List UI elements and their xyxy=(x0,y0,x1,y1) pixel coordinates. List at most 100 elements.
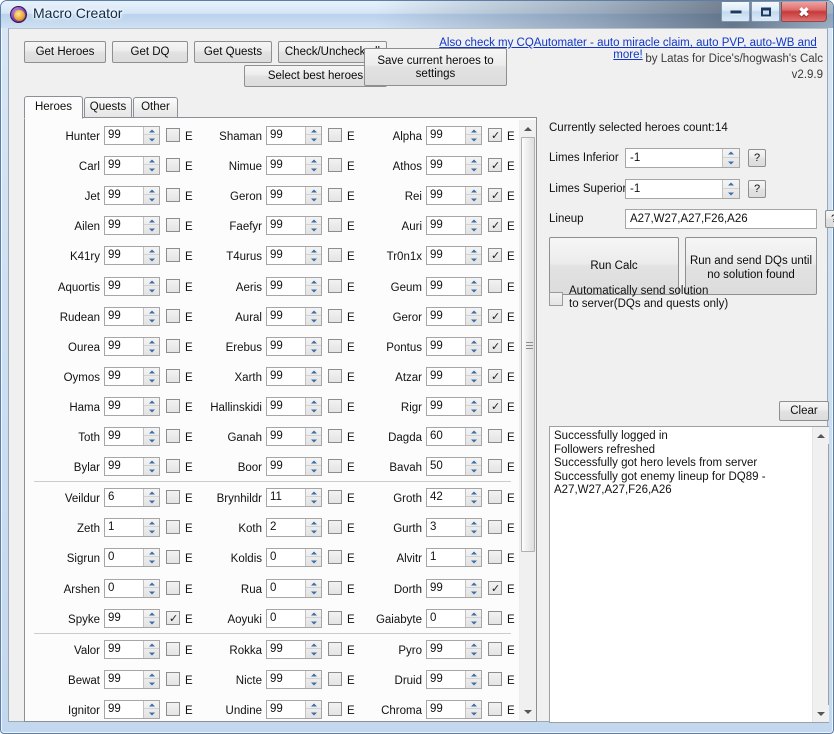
stepper-up-button[interactable] xyxy=(466,428,481,436)
hero-level-input[interactable]: 99 xyxy=(266,126,322,145)
hero-enabled-checkbox[interactable]: ✓ xyxy=(166,218,180,232)
hero-level-input[interactable]: 6 xyxy=(104,488,160,507)
stepper-up-button[interactable] xyxy=(306,519,321,527)
stepper-up-button[interactable] xyxy=(466,127,481,135)
hero-level-input[interactable]: 99 xyxy=(104,156,160,175)
stepper-up-button[interactable] xyxy=(306,610,321,618)
minimize-button[interactable] xyxy=(721,2,750,22)
stepper-up-button[interactable] xyxy=(144,398,159,406)
tab-heroes[interactable]: Heroes xyxy=(24,96,83,119)
stepper-up-button[interactable] xyxy=(144,671,159,679)
stepper-down-button[interactable] xyxy=(466,680,481,688)
hero-enabled-checkbox[interactable]: ✓ xyxy=(328,158,342,172)
stepper-up-button[interactable] xyxy=(306,308,321,316)
stepper-up-button[interactable] xyxy=(144,549,159,557)
hero-level-stepper[interactable] xyxy=(465,580,481,597)
stepper-down-button[interactable] xyxy=(144,467,159,475)
stepper-down-button[interactable] xyxy=(144,528,159,536)
stepper-up-button[interactable] xyxy=(306,368,321,376)
stepper-down-button[interactable] xyxy=(144,407,159,415)
hero-enabled-checkbox[interactable]: ✓ xyxy=(328,429,342,443)
stepper-up-button[interactable] xyxy=(144,610,159,618)
stepper-up-button[interactable] xyxy=(144,157,159,165)
hero-enabled-checkbox[interactable]: ✓ xyxy=(488,429,502,443)
stepper-up-button[interactable] xyxy=(144,217,159,225)
hero-level-input[interactable]: 99 xyxy=(104,367,160,386)
stepper-down-button[interactable] xyxy=(306,650,321,658)
stepper-up-button[interactable] xyxy=(144,187,159,195)
hero-level-stepper[interactable] xyxy=(143,610,159,627)
limes-superior-input[interactable]: -1 xyxy=(625,179,740,199)
stepper-down-button[interactable] xyxy=(306,226,321,234)
stepper-down-button[interactable] xyxy=(466,498,481,506)
hero-level-stepper[interactable] xyxy=(465,157,481,174)
hero-level-input[interactable]: 99 xyxy=(104,126,160,145)
hero-level-stepper[interactable] xyxy=(305,701,321,718)
stepper-up-button[interactable] xyxy=(466,641,481,649)
stepper-up-button[interactable] xyxy=(306,701,321,709)
hero-level-stepper[interactable] xyxy=(143,489,159,506)
hero-level-stepper[interactable] xyxy=(305,127,321,144)
hero-level-input[interactable]: 99 xyxy=(266,640,322,659)
stepper-up-button[interactable] xyxy=(306,187,321,195)
stepper-down-button[interactable] xyxy=(144,498,159,506)
scroll-up-button[interactable] xyxy=(520,120,536,137)
stepper-down-button[interactable] xyxy=(466,589,481,597)
hero-level-stepper[interactable] xyxy=(305,247,321,264)
hero-enabled-checkbox[interactable]: ✓ xyxy=(488,520,502,534)
hero-level-stepper[interactable] xyxy=(305,641,321,658)
hero-level-input[interactable]: 0 xyxy=(104,579,160,598)
stepper-down-button[interactable] xyxy=(466,619,481,627)
hero-level-input[interactable]: 99 xyxy=(104,640,160,659)
hero-level-input[interactable]: 99 xyxy=(426,367,482,386)
hero-level-stepper[interactable] xyxy=(465,701,481,718)
log-scrollbar[interactable] xyxy=(812,427,829,722)
hero-enabled-checkbox[interactable]: ✓ xyxy=(488,279,502,293)
stepper-down-button[interactable] xyxy=(144,558,159,566)
clear-log-button[interactable]: Clear xyxy=(779,401,829,421)
stepper-down-button[interactable] xyxy=(306,287,321,295)
hero-enabled-checkbox[interactable]: ✓ xyxy=(488,188,502,202)
stepper-down-button[interactable] xyxy=(144,287,159,295)
hero-enabled-checkbox[interactable]: ✓ xyxy=(488,611,502,625)
hero-level-stepper[interactable] xyxy=(465,127,481,144)
hero-level-stepper[interactable] xyxy=(143,701,159,718)
hero-level-stepper[interactable] xyxy=(465,368,481,385)
hero-level-stepper[interactable] xyxy=(143,671,159,688)
stepper-down-button[interactable] xyxy=(144,710,159,718)
hero-enabled-checkbox[interactable]: ✓ xyxy=(488,128,502,142)
hero-level-stepper[interactable] xyxy=(465,489,481,506)
hero-level-input[interactable]: 99 xyxy=(266,156,322,175)
stepper-up-button[interactable] xyxy=(466,368,481,376)
hero-level-input[interactable]: 99 xyxy=(266,246,322,265)
hero-level-input[interactable]: 99 xyxy=(426,216,482,235)
stepper-down-button[interactable] xyxy=(466,317,481,325)
stepper-up-button[interactable] xyxy=(306,157,321,165)
stepper-up-button[interactable] xyxy=(466,489,481,497)
hero-level-input[interactable]: 1 xyxy=(104,518,160,537)
stepper-down-button[interactable] xyxy=(306,619,321,627)
hero-level-stepper[interactable] xyxy=(465,519,481,536)
stepper-up-button[interactable] xyxy=(306,338,321,346)
stepper-up-button[interactable] xyxy=(306,217,321,225)
hero-enabled-checkbox[interactable]: ✓ xyxy=(166,611,180,625)
hero-level-stepper[interactable] xyxy=(143,127,159,144)
hero-level-input[interactable]: 99 xyxy=(104,609,160,628)
hero-level-stepper[interactable] xyxy=(143,368,159,385)
stepper-up-button[interactable] xyxy=(306,549,321,557)
hero-enabled-checkbox[interactable]: ✓ xyxy=(166,369,180,383)
stepper-down-button[interactable] xyxy=(144,437,159,445)
stepper-down-button[interactable] xyxy=(306,166,321,174)
hero-enabled-checkbox[interactable]: ✓ xyxy=(166,399,180,413)
stepper-up-button[interactable] xyxy=(306,428,321,436)
hero-level-stepper[interactable] xyxy=(465,610,481,627)
hero-enabled-checkbox[interactable]: ✓ xyxy=(488,642,502,656)
hero-level-stepper[interactable] xyxy=(305,187,321,204)
stepper-up-button[interactable] xyxy=(144,701,159,709)
hero-level-stepper[interactable] xyxy=(465,187,481,204)
hero-level-stepper[interactable] xyxy=(305,398,321,415)
hero-enabled-checkbox[interactable]: ✓ xyxy=(328,218,342,232)
stepper-down-button[interactable] xyxy=(144,680,159,688)
hero-enabled-checkbox[interactable]: ✓ xyxy=(328,369,342,383)
hero-level-stepper[interactable] xyxy=(305,157,321,174)
